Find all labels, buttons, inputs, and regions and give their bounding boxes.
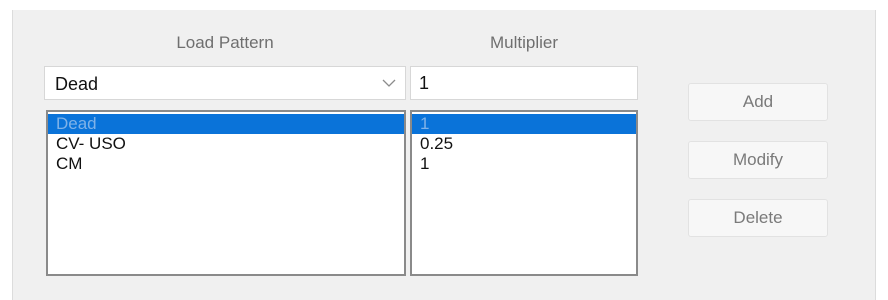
list-item[interactable]: 1: [412, 154, 636, 174]
load-pattern-dropdown[interactable]: Dead: [44, 66, 406, 100]
chevron-down-icon[interactable]: [381, 77, 397, 89]
add-button[interactable]: Add: [688, 83, 828, 121]
list-item[interactable]: 1: [412, 114, 636, 134]
list-item[interactable]: CV- USO: [48, 134, 404, 154]
multiplier-header: Multiplier: [489, 33, 559, 52]
list-item[interactable]: Dead: [48, 114, 404, 134]
delete-button[interactable]: Delete: [688, 199, 828, 237]
list-item[interactable]: 0.25: [412, 134, 636, 154]
multiplier-input[interactable]: [410, 66, 638, 100]
multiplier-list[interactable]: 1 0.25 1: [410, 110, 638, 276]
list-item[interactable]: CM: [48, 154, 404, 174]
load-pattern-list[interactable]: Dead CV- USO CM: [46, 110, 406, 276]
modify-button[interactable]: Modify: [688, 141, 828, 179]
load-pattern-dropdown-value: Dead: [55, 74, 99, 94]
load-pattern-header: Load Pattern: [176, 33, 274, 52]
